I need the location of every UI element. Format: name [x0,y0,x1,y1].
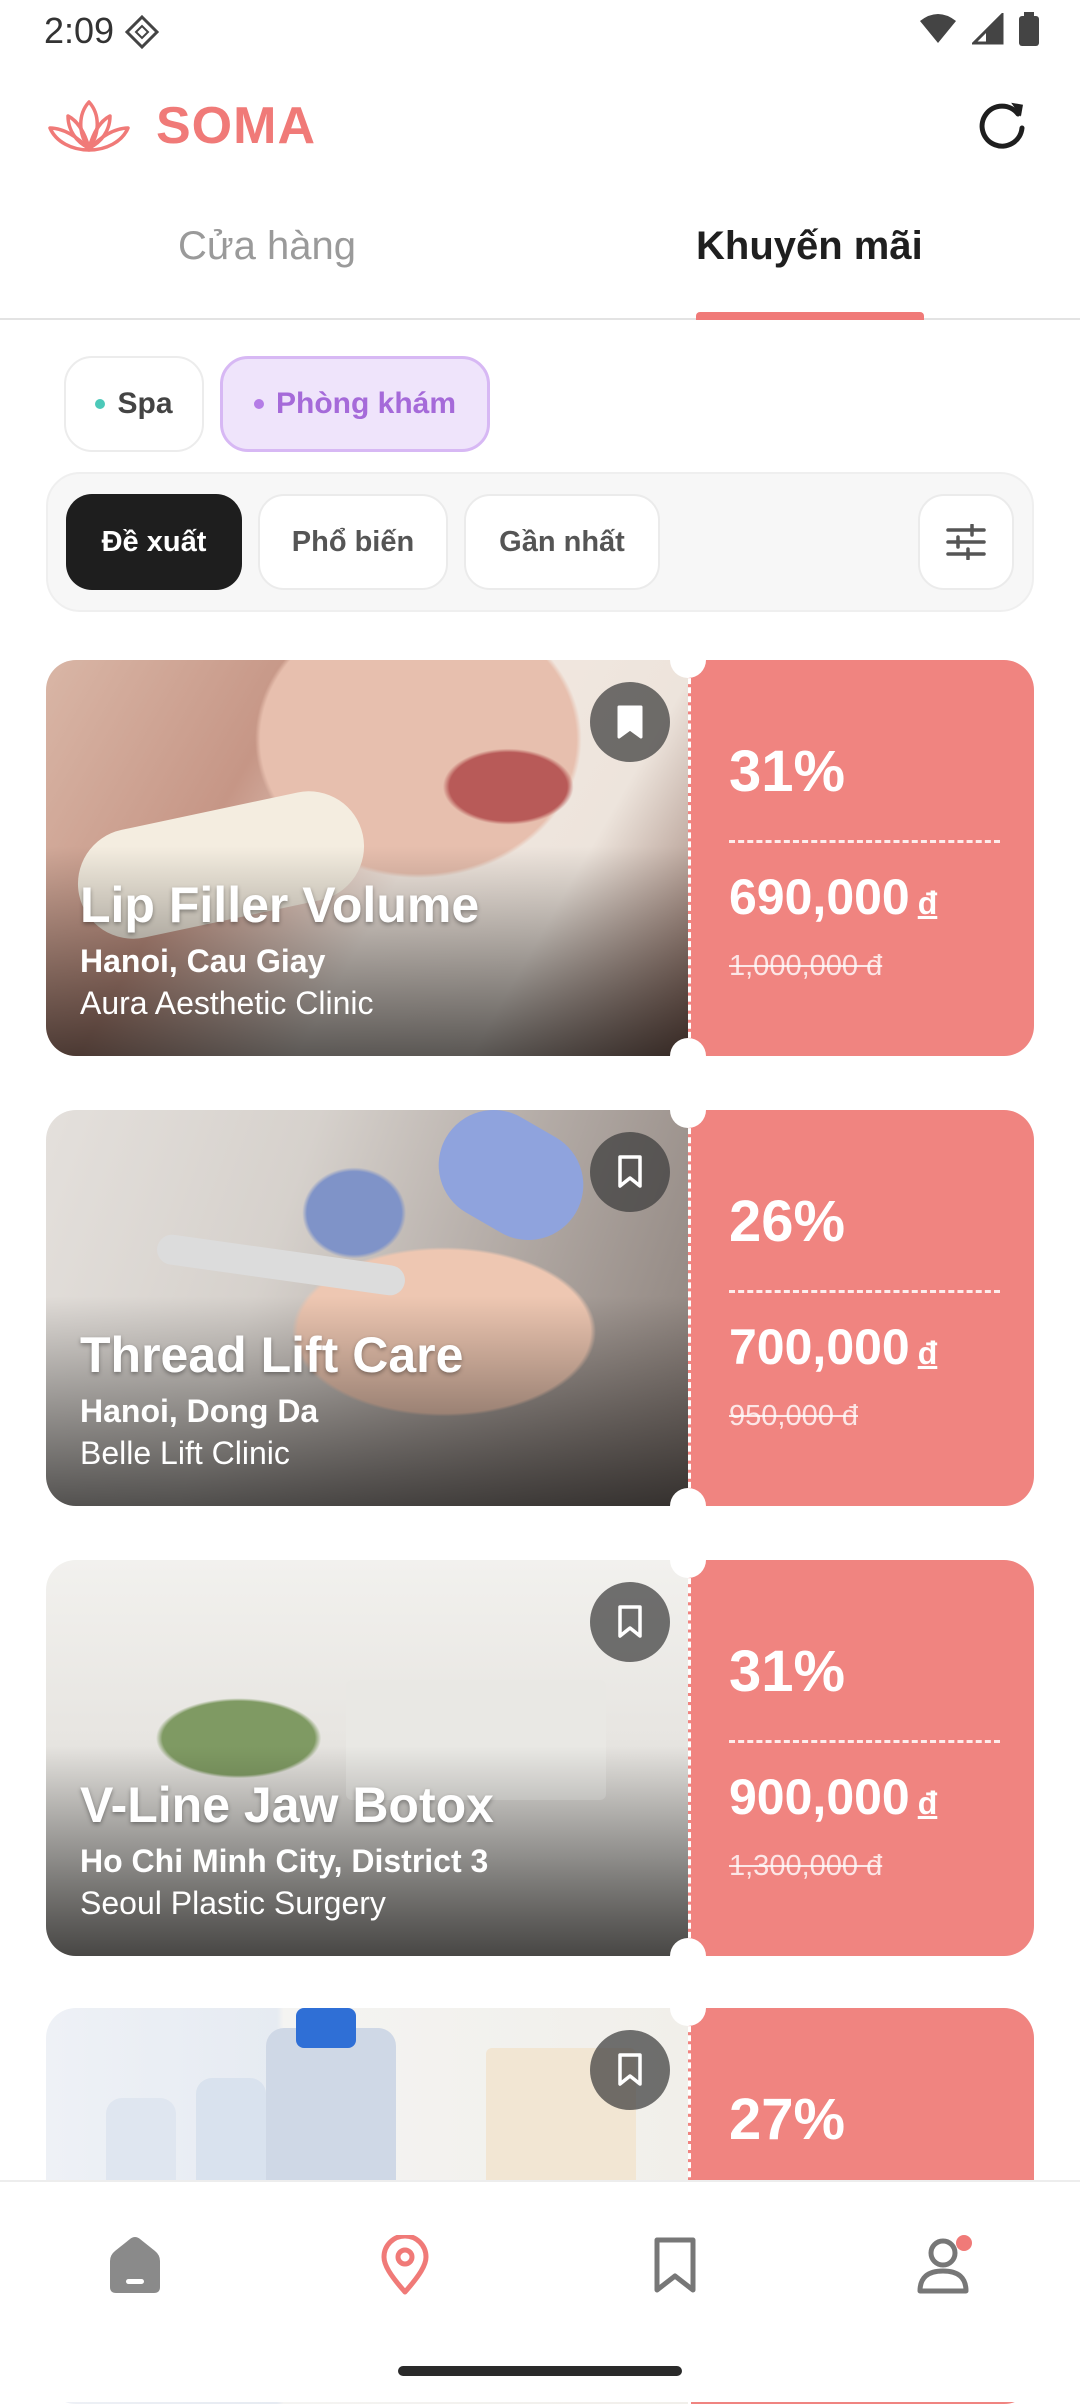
refresh-icon[interactable] [974,98,1030,154]
deal-currency: đ [917,1785,938,1821]
category-dot [95,399,106,409]
app-name: SOMA [156,97,316,155]
category-label: Spa [117,387,173,420]
deal-old-price: 1,000,000 đ [729,950,883,982]
price-divider [729,1740,1000,1743]
sort-bar: Đề xuất Phổ biến Gần nhất [46,472,1034,612]
deal-card[interactable]: Thread Lift Care Hanoi, Dong Da Belle Li… [46,1092,1034,1524]
vpn-diamond-icon [124,14,160,50]
deal-image: Thread Lift Care Hanoi, Dong Da Belle Li… [46,1110,688,1506]
deal-title: Lip Filler Volume [80,877,480,933]
deal-old-price: 950,000 đ [729,1400,859,1432]
deal-currency: đ [917,885,938,921]
profile-icon [917,2235,972,2294]
wifi-icon [920,14,956,43]
deal-clinic: Belle Lift Clinic [80,1435,290,1471]
sort-popular-button[interactable]: Phổ biến [258,494,448,590]
deal-discount: 26% [729,1189,846,1254]
deal-price-value: 700,000 [729,1319,910,1375]
deal-title: Thread Lift Care [80,1327,464,1383]
deal-price-panel: 31% 690,000 đ 1,000,000 đ [688,660,1034,1056]
category-chip-spa[interactable]: Spa [64,356,204,452]
lotus-logo-icon [48,100,130,152]
bookmark-icon [654,2237,696,2293]
battery-icon [1019,12,1039,46]
deal-discount: 31% [729,739,846,804]
nav-profile[interactable] [910,2230,980,2300]
deal-title: V-Line Jaw Botox [80,1777,494,1833]
deal-location: Hanoi, Dong Da [80,1393,319,1429]
deal-price: 690,000 đ [729,868,937,926]
deal-discount: 31% [729,1639,846,1704]
deal-clinic: Aura Aesthetic Clinic [80,985,374,1021]
sliders-icon [946,524,986,560]
bookmark-outline-icon [618,1155,642,1188]
bookmark-filled-icon [617,705,643,739]
category-dot [253,399,264,409]
status-time: 2:09 [44,10,115,51]
price-divider [729,1290,1000,1293]
tab-bar: Cửa hàng Khuyến mãi [0,200,1080,320]
bookmark-button[interactable] [590,1582,670,1662]
nav-map[interactable] [370,2230,440,2300]
glove-shape [418,1110,604,1261]
signal-icon [972,13,1004,45]
deal-price-panel: 31% 900,000 đ 1,300,000 đ [688,1560,1034,1956]
map-pin-icon [381,2235,429,2295]
category-chip-clinic[interactable]: Phòng khám [220,356,490,452]
deal-card[interactable]: V-Line Jaw Botox Ho Chi Minh City, Distr… [46,1542,1034,1974]
bottom-navigation [0,2180,1080,2402]
deal-price-value: 690,000 [729,869,910,925]
home-icon [110,2237,160,2293]
ticket-notch [670,1092,706,1128]
deal-discount: 27% [729,2087,846,2152]
bookmark-outline-icon [618,1605,642,1638]
deal-old-price: 1,300,000 đ [729,1850,883,1882]
ticket-notch [670,1990,706,2026]
tab-promotions[interactable]: Khuyến mãi [696,224,923,269]
deal-price: 700,000 đ [729,1318,937,1376]
filter-button[interactable] [918,494,1014,590]
deal-price-value: 900,000 [729,1769,910,1825]
bookmark-button[interactable] [590,682,670,762]
deal-clinic: Seoul Plastic Surgery [80,1885,386,1921]
deal-image: Lip Filler Volume Hanoi, Cau Giay Aura A… [46,660,688,1056]
deal-image: V-Line Jaw Botox Ho Chi Minh City, Distr… [46,1560,688,1956]
nav-saved[interactable] [640,2230,710,2300]
status-icons [918,12,1040,46]
bookmark-button[interactable] [590,2030,670,2110]
bookmark-button[interactable] [590,1132,670,1212]
tab-active-indicator [696,312,924,320]
ticket-notch [670,1938,706,1974]
deal-card[interactable]: Lip Filler Volume Hanoi, Cau Giay Aura A… [46,642,1034,1074]
ticket-notch [670,642,706,678]
deal-location: Ho Chi Minh City, District 3 [80,1843,489,1879]
bookmark-outline-icon [618,2053,642,2086]
price-divider [729,840,1000,843]
ticket-notch [670,1038,706,1074]
home-indicator[interactable] [398,2366,682,2376]
category-label: Phòng khám [275,387,456,420]
deal-location: Hanoi, Cau Giay [80,943,326,979]
device-shape [155,1232,407,1298]
ticket-notch [670,1488,706,1524]
app-header: SOMA [0,84,1080,174]
tab-store[interactable]: Cửa hàng [178,224,356,269]
bottle-cap [296,2008,356,2048]
nav-home[interactable] [100,2230,170,2300]
ticket-notch [670,1542,706,1578]
deal-currency: đ [917,1335,938,1371]
deal-price-panel: 26% 700,000 đ 950,000 đ [688,1110,1034,1506]
status-bar: 2:09 [0,0,1080,62]
deal-price: 900,000 đ [729,1768,937,1826]
sort-suggested-button[interactable]: Đề xuất [66,494,242,590]
sort-nearest-button[interactable]: Gần nhất [464,494,660,590]
notification-dot [956,2235,972,2251]
